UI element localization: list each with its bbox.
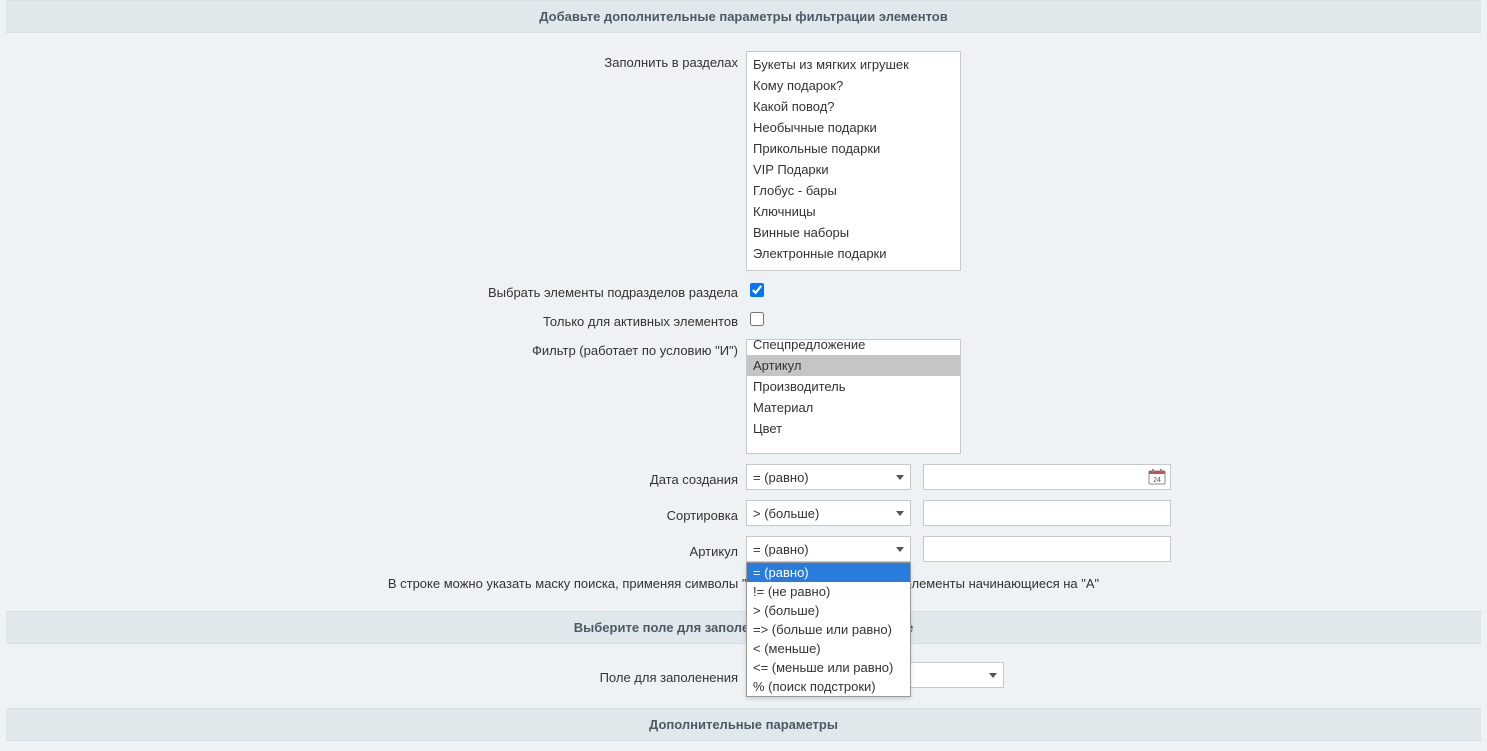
section-header-filter: Добавьте дополнительные параметры фильтр… [6,0,1481,33]
section-header-additional: Дополнительные параметры [6,708,1481,741]
include-subsections-checkbox[interactable] [750,283,764,297]
sections-option[interactable]: Глобус - бары [747,180,960,201]
sections-option[interactable]: Необычные подарки [747,117,960,138]
date-operator-value: = (равно) [753,470,809,485]
filter-multiselect[interactable]: СпецпредложениеАртикулПроизводительМатер… [746,339,961,454]
label-date-created: Дата создания [6,468,746,487]
label-include-subsections: Выбрать элементы подразделов раздела [6,281,746,300]
filter-option[interactable]: Артикул [747,355,960,376]
sections-option[interactable]: VIP Подарки [747,159,960,180]
only-active-checkbox[interactable] [750,312,764,326]
label-fill-sections: Заполнить в разделах [6,51,746,70]
article-operator-dropdown[interactable]: = (равно)!= (не равно)> (больше)=> (боль… [746,562,911,697]
operator-option[interactable]: => (больше или равно) [747,620,910,639]
sort-value-input[interactable] [923,500,1171,526]
filter-option[interactable]: Производитель [747,376,960,397]
operator-option[interactable]: = (равно) [747,563,910,582]
label-only-active: Только для активных элементов [6,310,746,329]
section-header-choose-field: Выберите поле для заполения и его новое … [6,611,1481,644]
sort-operator-select[interactable]: > (больше) [746,500,911,526]
sections-option[interactable]: Ключницы [747,201,960,222]
sections-multiselect[interactable]: Букеты из мягких игрушекКому подарок?Как… [746,51,961,271]
mask-hint-text: В строке можно указать маску поиска, при… [6,572,1481,601]
sort-operator-value: > (больше) [753,506,819,521]
filter-option[interactable]: Спецпредложение [747,339,960,355]
operator-option[interactable]: < (меньше) [747,639,910,658]
date-operator-select[interactable]: = (равно) [746,464,911,490]
sections-option[interactable]: Какой повод? [747,96,960,117]
operator-option[interactable]: > (больше) [747,601,910,620]
label-filter-and: Фильтр (работает по условию "И") [6,339,746,358]
label-fill-field: Поле для заполенения [6,666,746,685]
article-value-input[interactable] [923,536,1171,562]
article-operator-select[interactable]: = (равно) [746,536,911,562]
operator-option[interactable]: <= (меньше или равно) [747,658,910,677]
article-operator-value: = (равно) [753,542,809,557]
label-sorting: Сортировка [6,504,746,523]
sections-option[interactable]: Букеты из мягких игрушек [747,54,960,75]
sections-option[interactable]: Кому подарок? [747,75,960,96]
sections-option[interactable]: Электронные подарки [747,243,960,264]
label-article: Артикул [6,540,746,559]
filter-option[interactable]: Цвет [747,418,960,439]
filter-option[interactable]: Материал [747,397,960,418]
operator-option[interactable]: % (поиск подстроки) [747,677,910,696]
sections-option[interactable]: Винные наборы [747,222,960,243]
date-value-input[interactable] [923,464,1171,490]
sections-option[interactable]: Прикольные подарки [747,138,960,159]
operator-option[interactable]: != (не равно) [747,582,910,601]
